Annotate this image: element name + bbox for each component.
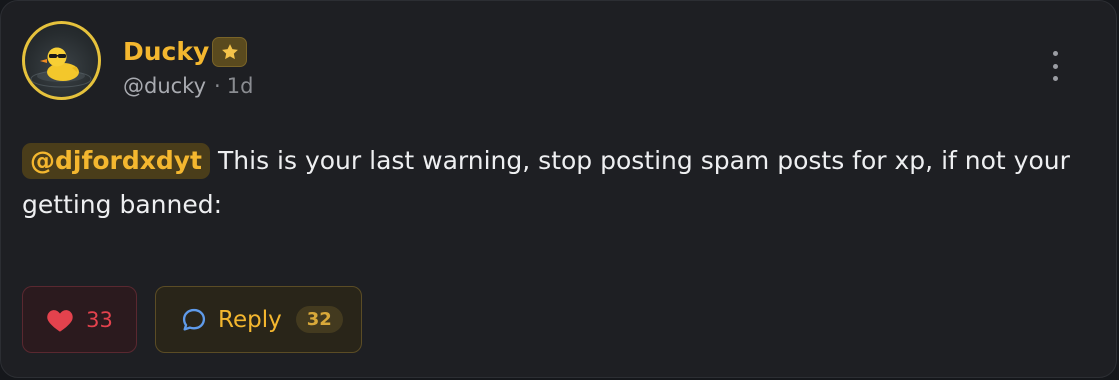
- more-dot-icon: [1052, 76, 1058, 81]
- reply-button[interactable]: Reply 32: [155, 286, 362, 353]
- more-dot-icon: [1052, 63, 1058, 69]
- reply-label: Reply: [218, 306, 282, 333]
- author-handle[interactable]: @ducky: [123, 74, 206, 98]
- post-timestamp: 1d: [226, 74, 254, 98]
- avatar[interactable]: [22, 21, 101, 100]
- more-dot-icon: [1052, 51, 1058, 56]
- heart-icon: [47, 309, 73, 332]
- reply-count-badge: 32: [295, 306, 343, 333]
- author-meta: @ducky · 1d: [123, 72, 253, 100]
- user-mention[interactable]: @djfordxdyt: [22, 143, 211, 179]
- like-button[interactable]: 33: [22, 286, 137, 353]
- duck-avatar-image: [25, 24, 98, 97]
- more-options-button[interactable]: [1045, 51, 1065, 81]
- meta-separator: ·: [214, 74, 221, 98]
- author-name[interactable]: Ducky: [123, 36, 209, 68]
- star-badge: [212, 37, 247, 67]
- star-icon: [221, 44, 238, 60]
- comment-bubble-icon: [182, 308, 206, 330]
- post-body: @djfordxdyt This is your last warning, st…: [22, 139, 1102, 227]
- like-count: 33: [86, 307, 113, 332]
- post-card: Ducky @ducky · 1d @djfordxdyt This is your …: [0, 0, 1117, 378]
